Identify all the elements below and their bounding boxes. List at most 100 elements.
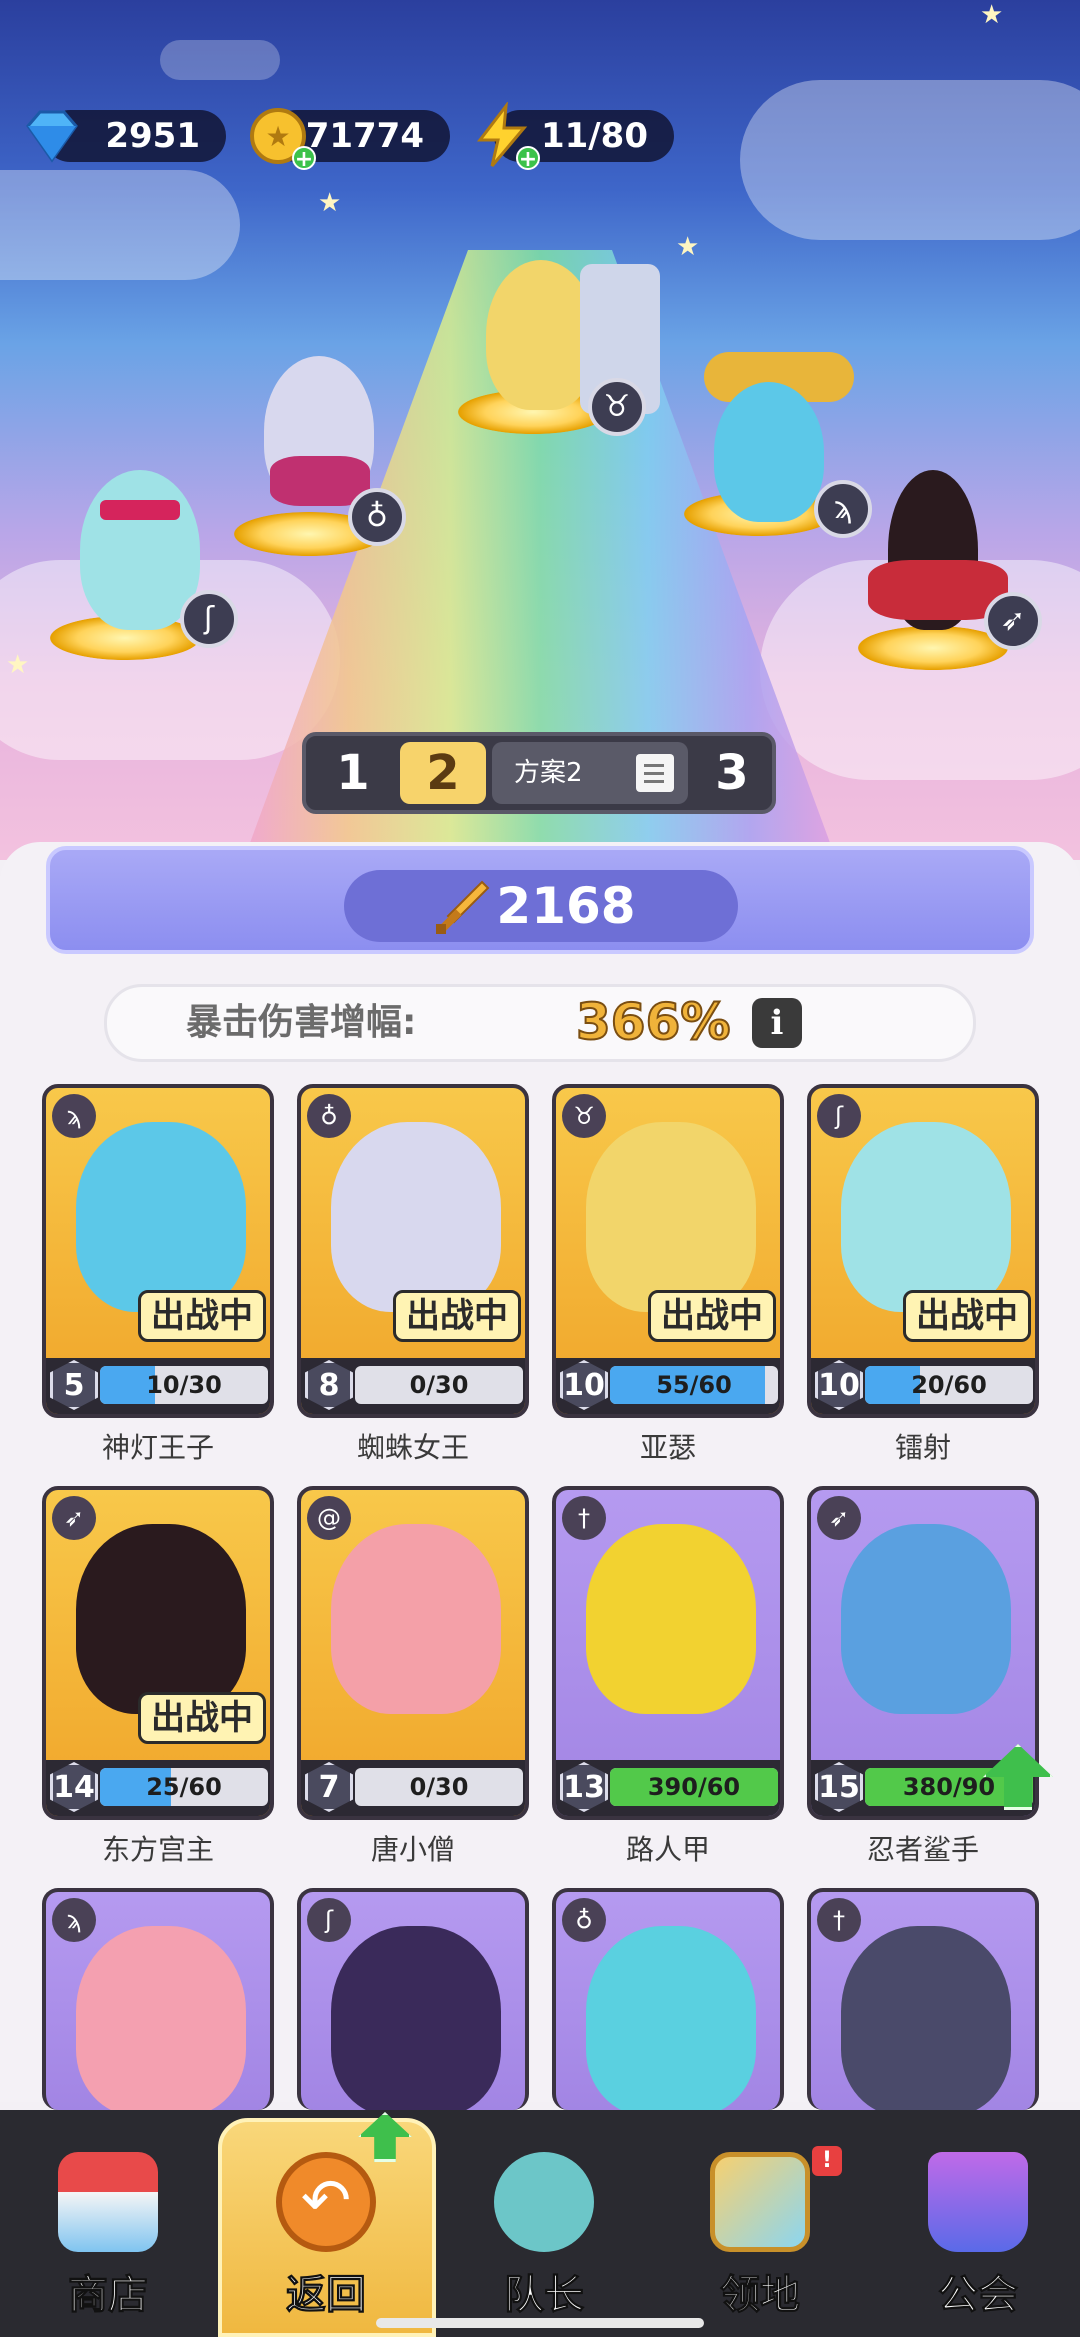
territory-portal-icon: [710, 2152, 810, 2252]
gems-counter[interactable]: 2951: [26, 110, 226, 163]
nav-guild-label: 公会: [938, 2272, 1019, 2319]
hero-level: 14: [50, 1762, 98, 1812]
nav-shop-label: 商店: [68, 2272, 149, 2319]
hero-portrait: [841, 1926, 1011, 2110]
loadout-tab-1[interactable]: 1: [312, 742, 394, 804]
nav-shop[interactable]: 商店: [8, 2136, 208, 2336]
card-footer: 5 10/30: [46, 1358, 270, 1414]
shard-progress-text: 55/60: [656, 1371, 732, 1399]
hero-card[interactable]: ϡ 出战中 5 10/30: [42, 1084, 274, 1418]
hero-card[interactable]: ➶ 出战中 14 25/60: [42, 1486, 274, 1820]
shard-progress-bar: 390/60: [610, 1768, 778, 1806]
hero-name: 蜘蛛女王: [356, 1431, 469, 1464]
hero-name: 东方宫主: [101, 1833, 214, 1866]
bull-icon: ♉: [562, 1094, 606, 1138]
card-footer: 13 390/60: [556, 1760, 780, 1816]
staff-icon: ʃ: [307, 1898, 351, 1942]
shard-progress-text: 0/30: [409, 1773, 469, 1801]
hero-portrait: [76, 1122, 246, 1312]
edit-plan-icon[interactable]: [636, 754, 674, 792]
team-power: 2168: [344, 870, 738, 942]
gem-icon: [26, 110, 78, 163]
nav-back-label: 返回: [286, 2272, 367, 2319]
hero-card-partial[interactable]: ♁: [552, 1888, 784, 2110]
hero-name: 镭射: [894, 1431, 951, 1464]
hero-name: 唐小僧: [370, 1833, 455, 1866]
wings-icon: ϡ: [52, 1898, 96, 1942]
in-battle-tag: 出战中: [393, 1290, 521, 1342]
loadout-tab-3[interactable]: 3: [694, 742, 770, 804]
home-indicator[interactable]: [376, 2318, 704, 2328]
hero-card[interactable]: ʃ 出战中 10 20/60: [807, 1084, 1039, 1418]
hero-card[interactable]: @7 0/30: [297, 1486, 529, 1820]
back-arrow-icon: ↶: [276, 2152, 376, 2252]
hero-card[interactable]: ♁ 出战中 8 0/30: [297, 1084, 529, 1418]
bow-icon: ➶: [52, 1496, 96, 1540]
hero-portrait: [586, 1122, 756, 1312]
bull-icon: ♉: [588, 378, 646, 436]
territory-alert-badge: !: [812, 2146, 842, 2176]
scene-hero-arthur[interactable]: ♉: [430, 240, 680, 450]
nav-back[interactable]: ↶ 返回: [226, 2136, 426, 2336]
hero-level: 13: [560, 1762, 608, 1812]
hero-level: 15: [815, 1762, 863, 1812]
hero-card[interactable]: ♉ 出战中 10 55/60: [552, 1084, 784, 1418]
bow-icon: ➶: [984, 592, 1042, 650]
potion-icon: ♁: [562, 1898, 606, 1942]
scene-hero-eastern-lady[interactable]: ➶: [798, 460, 1058, 680]
shard-progress-bar: 0/30: [355, 1366, 523, 1404]
loadout-tab-2[interactable]: 2: [400, 742, 486, 804]
sword-icon: [436, 880, 490, 934]
scene-hero-spider-queen[interactable]: ♁: [224, 346, 424, 566]
gems-value: 2951: [105, 116, 200, 156]
energy-counter[interactable]: + 11/80: [476, 102, 674, 172]
potion-icon: ♁: [348, 488, 406, 546]
add-energy-icon[interactable]: +: [516, 146, 540, 172]
hero-level: 10: [815, 1360, 863, 1410]
hero-name: 路人甲: [625, 1833, 710, 1866]
scene-hero-laser[interactable]: ʃ: [40, 440, 240, 670]
card-footer: 14 25/60: [46, 1760, 270, 1816]
nav-guild[interactable]: 公会: [878, 2136, 1078, 2336]
hero-card-partial[interactable]: ϡ: [42, 1888, 274, 2110]
hero-card-partial[interactable]: †: [807, 1888, 1039, 2110]
plan-name-button[interactable]: 方案2: [492, 742, 688, 804]
add-gold-icon[interactable]: +: [292, 146, 316, 172]
shard-progress-bar: 0/30: [355, 1768, 523, 1806]
hero-level: 8: [305, 1360, 353, 1410]
card-footer: 10 55/60: [556, 1358, 780, 1414]
shard-progress-text: 20/60: [911, 1371, 987, 1399]
nav-captain[interactable]: 队长: [444, 2136, 644, 2336]
loadout-tabs: 1 2 方案2 3: [302, 732, 776, 814]
guild-tower-icon: [928, 2152, 1028, 2252]
gold-counter[interactable]: ★ + 71774: [250, 108, 450, 172]
in-battle-tag: 出战中: [138, 1290, 266, 1342]
staff-icon: ʃ: [817, 1094, 861, 1138]
plan-label: 方案2: [514, 758, 583, 788]
nav-territory-label: 领地: [720, 2272, 801, 2319]
hero-portrait: [586, 1926, 756, 2110]
card-footer: 8 0/30: [301, 1358, 525, 1414]
crit-label: 暴击伤害增幅:: [186, 1002, 417, 1043]
hero-level: 10: [560, 1360, 608, 1410]
hero-portrait: [331, 1524, 501, 1714]
hero-card-partial[interactable]: ʃ: [297, 1888, 529, 2110]
wings-icon: ϡ: [52, 1094, 96, 1138]
nav-territory[interactable]: ! 领地: [660, 2136, 860, 2336]
hero-portrait: [841, 1524, 1011, 1714]
swirl-icon: @: [307, 1496, 351, 1540]
in-battle-tag: 出战中: [648, 1290, 776, 1342]
hero-level: 7: [305, 1762, 353, 1812]
potion-icon: ♁: [307, 1094, 351, 1138]
sword-icon: †: [817, 1898, 861, 1942]
shard-progress-text: 10/30: [146, 1371, 222, 1399]
shard-progress-bar: 10/30: [100, 1366, 268, 1404]
bow-icon: ➶: [817, 1496, 861, 1540]
hero-level: 5: [50, 1360, 98, 1410]
in-battle-tag: 出战中: [903, 1290, 1031, 1342]
svg-text:★: ★: [265, 120, 290, 153]
card-footer: 10 20/60: [811, 1358, 1035, 1414]
hero-card[interactable]: † 13 390/60: [552, 1486, 784, 1820]
energy-value: 11/80: [540, 116, 648, 156]
info-icon[interactable]: i: [752, 998, 802, 1048]
